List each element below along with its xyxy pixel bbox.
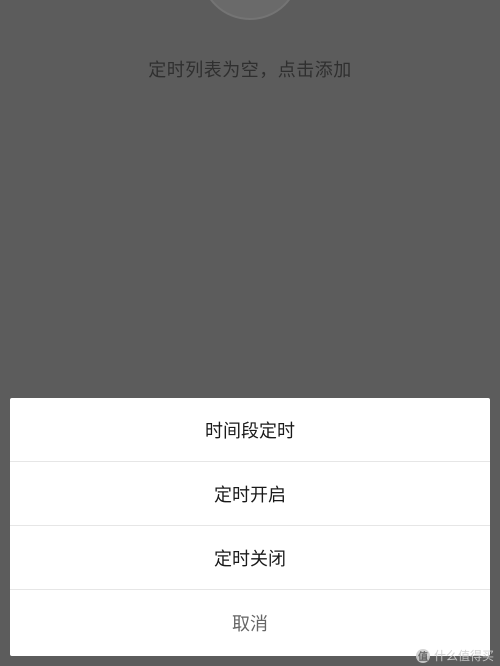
- empty-timer-icon: [200, 0, 300, 20]
- watermark-logo-icon: 值: [415, 648, 430, 663]
- action-sheet: 时间段定时 定时开启 定时关闭 取消: [10, 398, 490, 656]
- empty-state-message[interactable]: 定时列表为空，点击添加: [0, 58, 500, 84]
- action-timer-off[interactable]: 定时关闭: [10, 526, 490, 590]
- watermark-text: 什么值得买: [433, 649, 494, 663]
- action-timer-on[interactable]: 定时开启: [10, 462, 490, 526]
- action-time-range-timer[interactable]: 时间段定时: [10, 398, 490, 462]
- watermark: 值 什么值得买: [415, 647, 494, 664]
